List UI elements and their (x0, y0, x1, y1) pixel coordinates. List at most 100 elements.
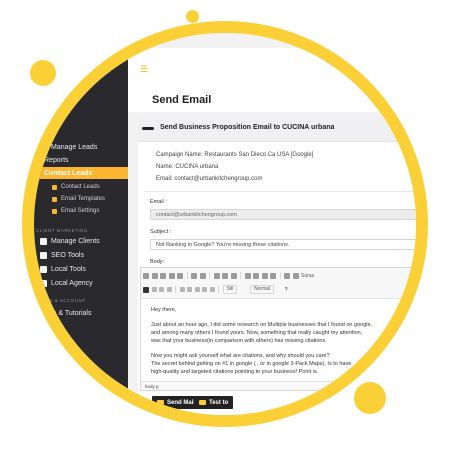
sidebar-item-local-tools[interactable]: Local Tools (40, 266, 86, 273)
anchor-icon[interactable] (230, 272, 237, 279)
lead-email: Email: contact@urbankitchengroup.com (156, 176, 263, 182)
envelope-icon (52, 184, 57, 190)
sidebar-item-manage-leads[interactable]: Manage Leads (40, 144, 97, 151)
editor-line: The secret behind getting on #1 in googl… (151, 361, 352, 367)
paste-icon[interactable] (160, 272, 166, 279)
template-icon (52, 196, 57, 202)
toolbar-separator (175, 286, 176, 293)
indent-icon[interactable] (202, 287, 207, 292)
editor-line: Just about an hour ago, I did some resea… (151, 322, 373, 328)
sidebar-item-reports[interactable]: Reports (40, 157, 69, 164)
outdent-icon[interactable] (194, 287, 200, 292)
toolbar-separator (218, 286, 219, 293)
editor-element-path: body p (141, 381, 416, 390)
maximize-icon[interactable] (284, 272, 290, 279)
sidebar-item-leads[interactable]: eads (40, 110, 66, 117)
editor-toolbar: Sursa Stil Normal ? (141, 268, 416, 299)
table-icon[interactable] (253, 272, 259, 279)
email-label: Email : (150, 199, 167, 205)
subject-field[interactable]: Not Ranking in Google? You're missing th… (150, 239, 416, 250)
test-to-label: Test to (209, 399, 229, 406)
help-icon (40, 310, 47, 317)
image-icon[interactable] (244, 272, 251, 279)
sidebar-section-account: ADMIN & ACCOUNT (36, 298, 86, 303)
source-icon[interactable] (292, 272, 299, 279)
editor-line: Hey there, (151, 307, 177, 313)
cut-icon[interactable] (143, 272, 149, 279)
toolbar-separator (186, 272, 188, 279)
sidebar-item-label: d (51, 96, 55, 103)
format-select[interactable]: Normal (249, 285, 275, 294)
send-mail-button[interactable]: Send Mail (152, 396, 201, 409)
bold-icon[interactable] (143, 286, 149, 293)
send-mail-label: Send Mail (167, 399, 196, 406)
editor-line: high-quality and targeted citations poin… (151, 369, 319, 375)
sidebar-section-marketing: CLIENT MARKETING (36, 228, 88, 233)
sidebar-item-dashboard[interactable]: d (40, 96, 55, 103)
envelope-icon (199, 400, 206, 405)
email-field[interactable]: contact@urbankitchengroup.com (150, 209, 416, 220)
sidebar-item-settings[interactable]: ings (40, 324, 64, 331)
sidebar-item-label: Reports (44, 157, 69, 164)
numbered-list-icon[interactable] (179, 287, 185, 292)
envelope-icon (157, 400, 164, 405)
sidebar-item-label: Local Tools (51, 266, 86, 273)
logo: A (88, 67, 99, 83)
blockquote-icon[interactable] (209, 287, 215, 292)
test-to-button[interactable]: Test to (194, 396, 234, 409)
redo-icon[interactable] (199, 272, 206, 279)
sidebar-item-manage-clients[interactable]: Manage Clients (40, 238, 100, 245)
sidebar-item-contact-leads[interactable]: Contact Leads (40, 170, 92, 177)
users-icon (40, 144, 47, 151)
card-title: Send Business Proposition Email to CUCIN… (160, 124, 335, 131)
sidebar-section-leads: LEADS (36, 130, 54, 135)
toolbar-separator (279, 272, 281, 279)
editor-line: and among many others I found yours. Now… (151, 330, 363, 336)
style-select[interactable]: Stil (222, 285, 238, 294)
lead-name: Name: CUCINA urbana (156, 164, 219, 170)
body-editor[interactable]: Sursa Stil Normal ? Hey there, Just abou… (140, 267, 416, 391)
italic-icon[interactable] (151, 287, 157, 292)
unlink-icon[interactable] (222, 272, 228, 279)
hamburger-icon[interactable]: ☰ (140, 64, 148, 75)
leads-icon (40, 110, 47, 117)
sidebar-item-seo-tools[interactable]: SEO Tools (40, 252, 84, 259)
sidebar-item-label: eads (51, 110, 67, 117)
source-label[interactable]: Sursa (301, 273, 314, 279)
seo-icon (40, 252, 47, 259)
sidebar-item-local-agency[interactable]: Local Agency (40, 280, 93, 287)
editor-toolbar-row-2: Stil Normal ? (143, 285, 288, 294)
sidebar-item-label: Manage Clients (51, 238, 100, 245)
sidebar-item-label: lp & Tutorials (51, 310, 92, 317)
sidebar-subitem-email-settings[interactable]: Email Settings (52, 208, 99, 214)
app-window: A d eads LEADS Manage Leads Reports Cont… (34, 33, 416, 415)
remove-format-icon[interactable] (166, 287, 172, 292)
help-button[interactable]: ? (285, 287, 288, 293)
campaign-name: Campaign Name: Restaurants San Dieco Ca … (156, 152, 314, 158)
sidebar-subitem-label: Email Templates (61, 196, 105, 202)
sidebar-subitem-label: Email Settings (61, 208, 100, 214)
strike-icon[interactable] (159, 287, 164, 292)
agency-icon (40, 280, 47, 287)
horizontal-line-icon[interactable] (261, 272, 268, 279)
sidebar: A d eads LEADS Manage Leads Reports Cont… (34, 33, 128, 415)
sidebar-subitem-email-templates[interactable]: Email Templates (52, 196, 105, 202)
special-char-icon[interactable] (270, 272, 276, 279)
settings-icon (52, 208, 57, 214)
undo-icon[interactable] (191, 272, 197, 279)
bulleted-list-icon[interactable] (187, 287, 192, 292)
divider (144, 191, 416, 192)
sidebar-item-label: Manage Leads (51, 144, 98, 151)
paste-text-icon[interactable] (168, 272, 175, 279)
editor-line: Now you might ask yourself what are cita… (151, 353, 330, 359)
editor-line: was that your business(in comparison wit… (151, 338, 327, 344)
top-bar (128, 48, 416, 83)
sidebar-item-help[interactable]: lp & Tutorials (40, 310, 91, 317)
sidebar-subitem-contact-leads[interactable]: Contact Leads (52, 184, 100, 190)
editor-toolbar-row-1: Sursa (143, 272, 314, 279)
card-pill-icon (142, 127, 154, 130)
copy-icon[interactable] (151, 272, 158, 279)
paste-word-icon[interactable] (177, 272, 183, 279)
sidebar-item-label: Contact Leads (44, 170, 93, 177)
link-icon[interactable] (213, 272, 220, 279)
